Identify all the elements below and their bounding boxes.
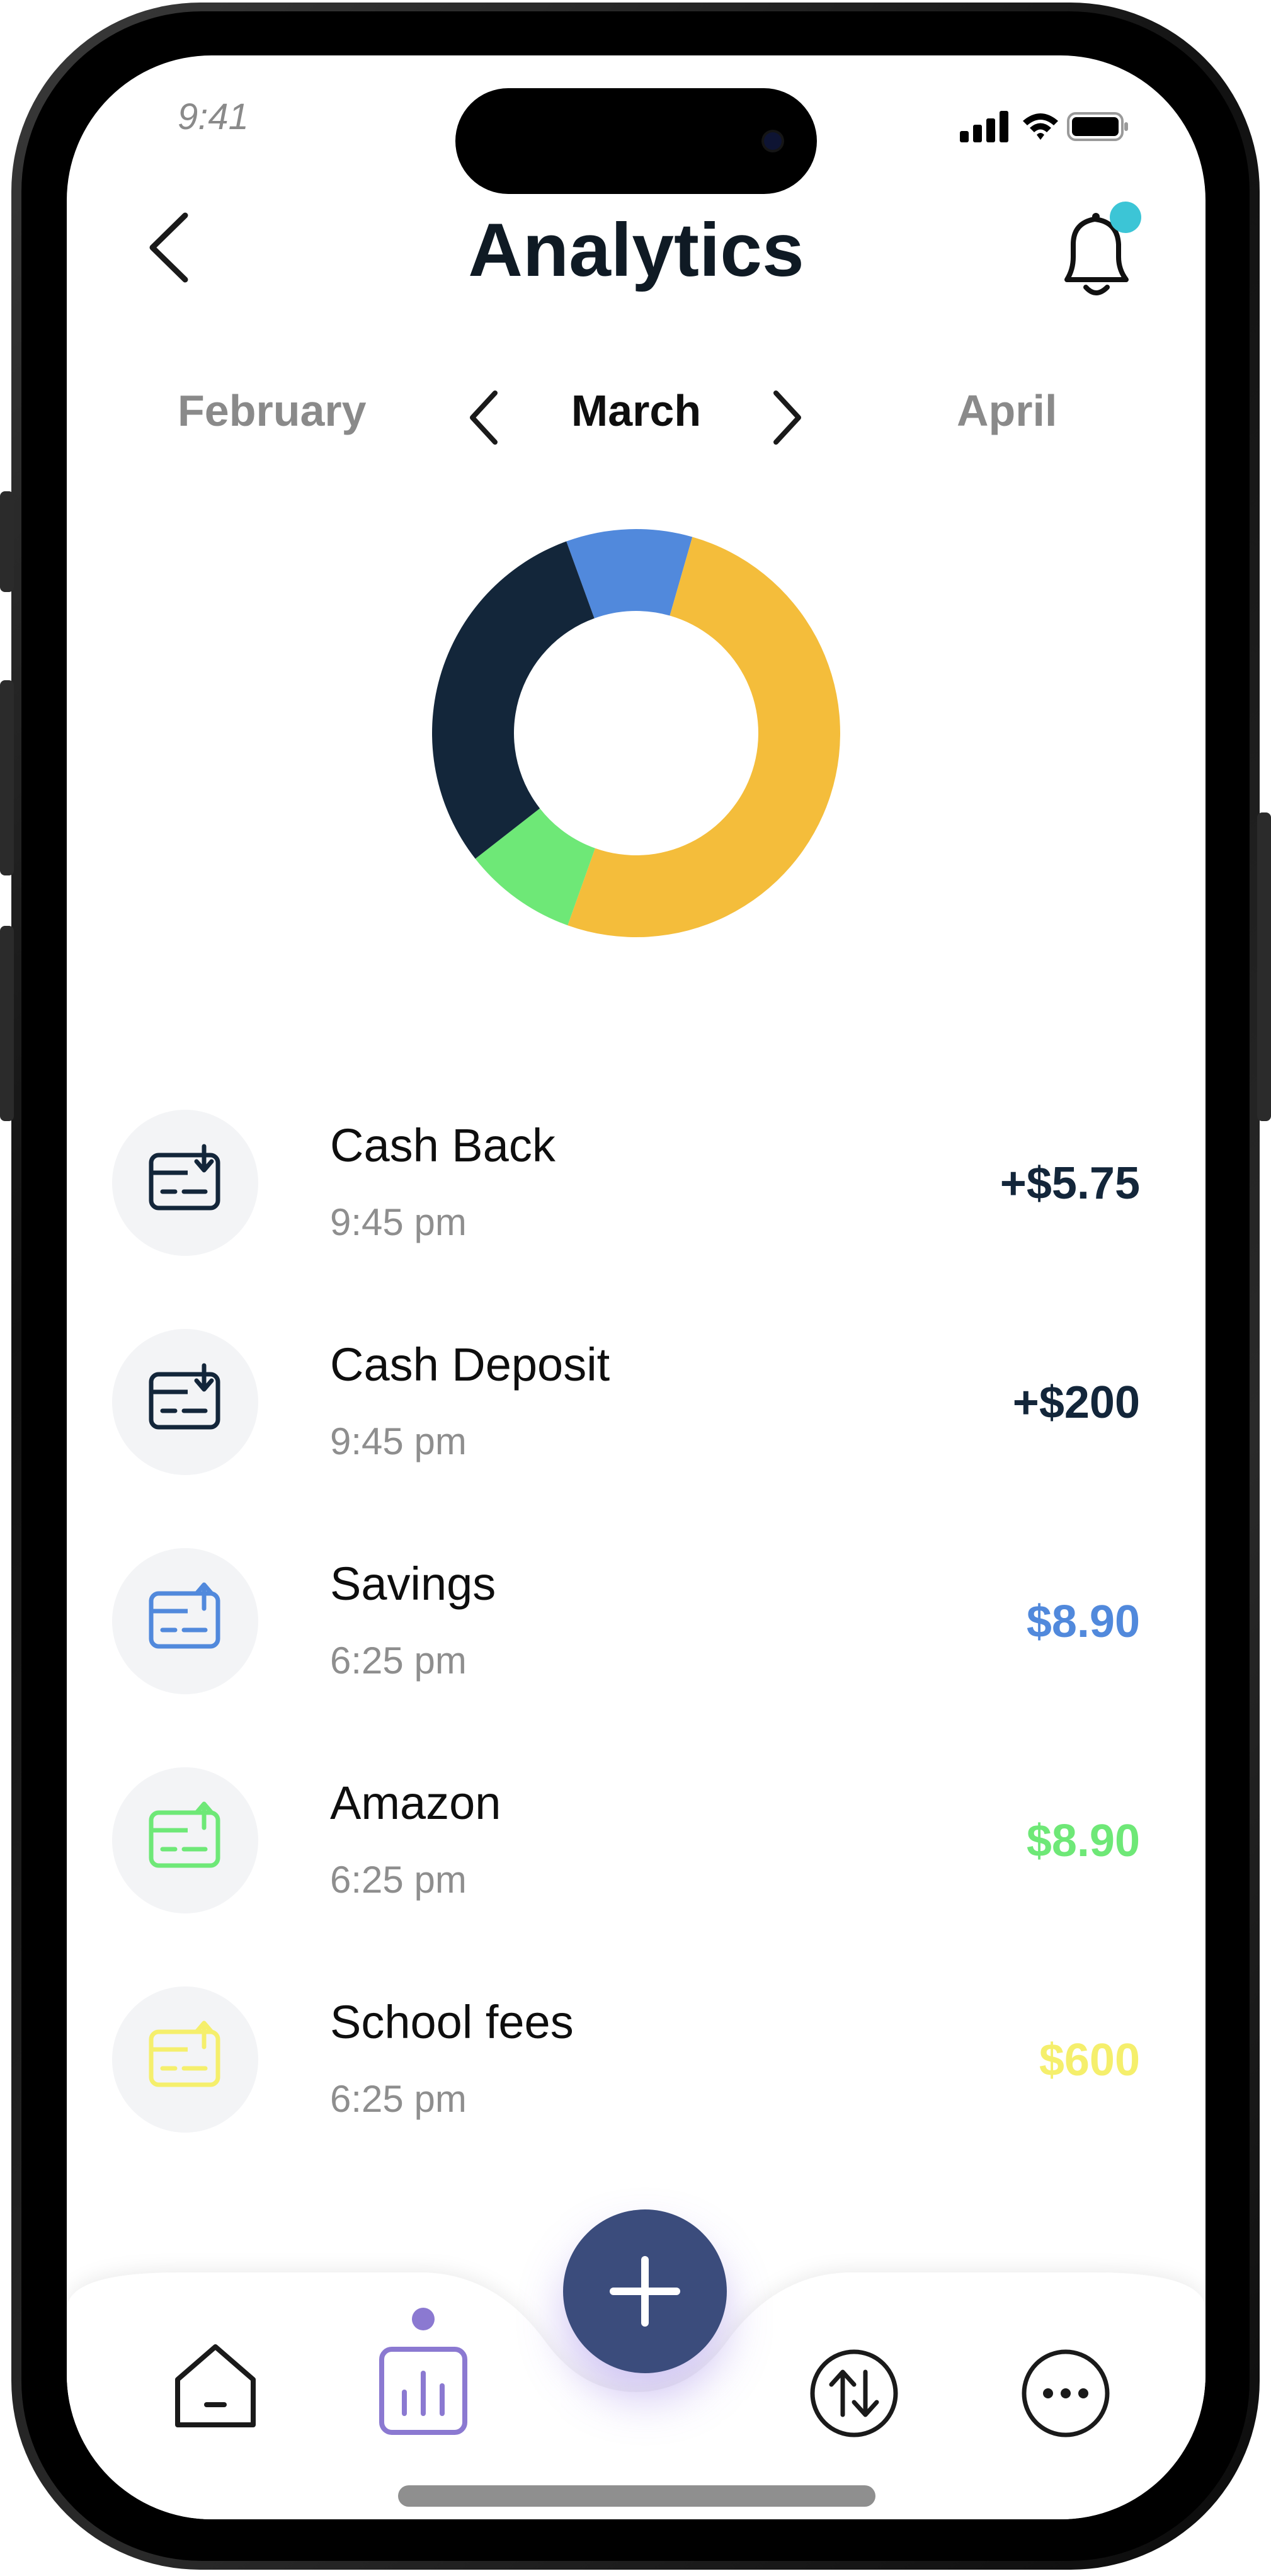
wifi-icon: [1023, 113, 1058, 140]
transaction-row[interactable]: School fees 6:25 pm $600: [67, 1965, 1205, 2154]
transaction-title: Cash Back: [330, 1119, 556, 1171]
transaction-time: 6:25 pm: [330, 1859, 467, 1901]
card-upload-icon: [149, 1582, 220, 1649]
active-indicator-dot: [412, 2308, 435, 2330]
transaction-icon-container: [112, 1548, 258, 1694]
status-icons: [960, 111, 1128, 142]
transaction-amount: $8.90: [1026, 1597, 1140, 1647]
screen: 9:41 Analytics February March April Cash…: [67, 55, 1205, 2519]
notification-dot: [1110, 202, 1141, 233]
transaction-time: 9:45 pm: [330, 1420, 467, 1462]
volume-down-button: [0, 926, 14, 1121]
transaction-icon-container: [112, 1329, 258, 1475]
donut-chart: [432, 529, 840, 937]
battery-icon: [1067, 112, 1128, 141]
transaction-title: School fees: [330, 1996, 574, 2048]
add-icon: [610, 2256, 680, 2327]
action-button: [0, 491, 14, 592]
page-title: Analytics: [468, 208, 804, 292]
transaction-icon-container: [112, 1110, 258, 1256]
donut-slice-4: [432, 541, 595, 859]
transaction-row[interactable]: Amazon 6:25 pm $8.90: [67, 1746, 1205, 1935]
card-download-icon: [149, 1363, 220, 1430]
month-next-icon[interactable]: [762, 383, 812, 452]
transaction-amount: +$200: [1012, 1377, 1140, 1428]
transaction-row[interactable]: Cash Deposit 9:45 pm +$200: [67, 1308, 1205, 1496]
dynamic-island: [455, 88, 817, 194]
power-button: [1257, 812, 1271, 1121]
card-download-icon: [149, 1144, 220, 1211]
card-upload-icon: [149, 2020, 220, 2087]
transaction-icon-container: [112, 1767, 258, 1913]
cellular-signal-icon: [960, 111, 1008, 142]
transaction-time: 6:25 pm: [330, 1639, 467, 1682]
transaction-row[interactable]: Savings 6:25 pm $8.90: [67, 1527, 1205, 1716]
volume-up-button: [0, 680, 14, 875]
transaction-amount: $600: [1039, 2035, 1140, 2085]
transaction-time: 9:45 pm: [330, 1201, 467, 1243]
card-upload-icon: [149, 1801, 220, 1868]
transfer-icon[interactable]: [804, 2343, 904, 2444]
transaction-title: Cash Deposit: [330, 1338, 610, 1391]
front-camera: [764, 132, 782, 150]
home-icon[interactable]: [165, 2334, 266, 2435]
transaction-amount: +$5.75: [1000, 1158, 1140, 1209]
month-current-label: March: [571, 386, 702, 435]
notification-button[interactable]: [1049, 199, 1144, 306]
more-icon[interactable]: [1015, 2343, 1116, 2444]
add-button[interactable]: [563, 2209, 727, 2373]
status-time: 9:41: [178, 96, 249, 137]
month-prev-label[interactable]: February: [178, 385, 367, 436]
transaction-title: Amazon: [330, 1777, 501, 1829]
transaction-time: 6:25 pm: [330, 2078, 467, 2120]
transaction-icon-container: [112, 1986, 258, 2133]
analytics-icon[interactable]: [373, 2340, 474, 2441]
month-prev-icon[interactable]: [459, 383, 509, 452]
transaction-amount: $8.90: [1026, 1816, 1140, 1866]
transaction-row[interactable]: Cash Back 9:45 pm +$5.75: [67, 1088, 1205, 1277]
transaction-title: Savings: [330, 1558, 496, 1610]
month-next-label[interactable]: April: [957, 385, 1057, 436]
home-indicator[interactable]: [398, 2485, 875, 2507]
